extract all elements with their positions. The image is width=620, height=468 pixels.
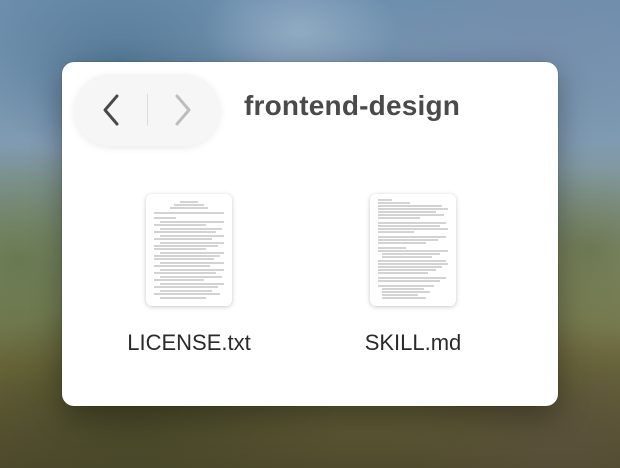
license-file-thumbnail <box>146 194 232 306</box>
back-button[interactable] <box>76 74 146 146</box>
file-item-license[interactable]: LICENSE.txt <box>114 194 264 356</box>
chevron-left-icon <box>103 94 119 126</box>
text-document-icon <box>154 201 224 299</box>
file-item-skill[interactable]: SKILL.md <box>338 194 488 356</box>
text-document-icon <box>378 199 448 299</box>
skill-file-thumbnail <box>370 194 456 306</box>
chevron-right-icon <box>175 94 191 126</box>
file-name: LICENSE.txt <box>127 330 251 355</box>
finder-window: frontend-design LICENSE.txt SKILL.md <box>62 62 558 406</box>
navigation-control <box>74 74 220 146</box>
folder-title: frontend-design <box>244 90 461 121</box>
forward-button[interactable] <box>148 74 218 146</box>
file-name: SKILL.md <box>364 330 462 355</box>
